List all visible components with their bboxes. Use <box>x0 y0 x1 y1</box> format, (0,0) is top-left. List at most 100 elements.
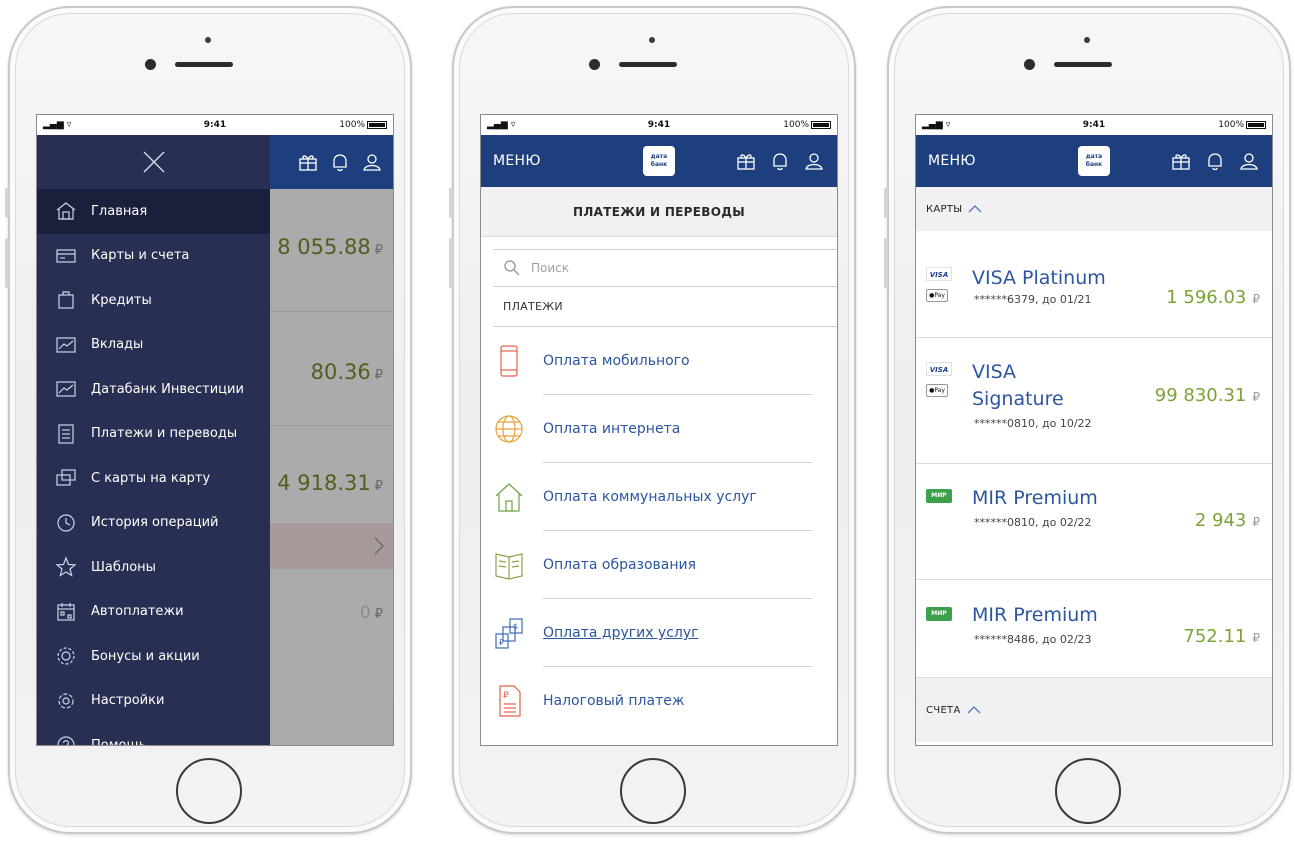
payment-item-utilities[interactable]: Оплата коммунальных услуг <box>493 463 837 531</box>
row-divider <box>270 311 393 312</box>
balance-value: 752.11 <box>1183 626 1247 647</box>
chevron-up-icon <box>968 205 982 213</box>
menu-button[interactable]: МЕНЮ <box>928 153 976 169</box>
menu-item-deposits[interactable]: Вклады <box>37 323 270 368</box>
card-row[interactable]: МИР MIR Premium ******8486, до 02/23 752… <box>916 580 1272 678</box>
card-balance: 1 596.03 ₽ <box>1166 287 1260 308</box>
menu-item-label: Шаблоны <box>91 559 156 575</box>
battery-percent: 100% <box>1218 120 1244 130</box>
card-row[interactable]: МИР MIR Premium ******0810, до 02/22 2 9… <box>916 464 1272 580</box>
side-menu: Главная Карты и счета Кредиты Вклады Дат… <box>37 135 270 745</box>
gift-icon[interactable] <box>297 151 319 173</box>
currency-sign: ₽ <box>1252 515 1260 529</box>
investment-chart-icon <box>56 381 76 397</box>
menu-item-label: С карты на карту <box>91 470 211 486</box>
payments-doc-icon <box>58 424 74 444</box>
row-divider <box>270 425 393 426</box>
earpiece-speaker <box>1054 62 1112 67</box>
battery-indicator: 100% <box>339 120 387 130</box>
card-row[interactable]: VISA ●Pay VISA Platinum ******6379, до 0… <box>916 231 1272 338</box>
currency-sign: ₽ <box>374 243 383 258</box>
menu-item-investments[interactable]: Датабанк Инвестиции <box>37 367 270 412</box>
user-icon[interactable] <box>803 150 825 172</box>
menu-item-templates[interactable]: Шаблоны <box>37 545 270 590</box>
balance-amount: 8 055.88 ₽ <box>277 235 383 259</box>
section-header-payments: ПЛАТЕЖИ <box>493 287 837 327</box>
cards-group-header[interactable]: КАРТЫ <box>916 187 1272 231</box>
accounts-group-header[interactable]: СЧЕТА <box>916 678 1272 742</box>
page-title: ПЛАТЕЖИ И ПЕРЕВОДЫ <box>481 187 837 237</box>
menu-item-credits[interactable]: Кредиты <box>37 278 270 323</box>
balance-amount: 80.36 ₽ <box>311 360 383 384</box>
front-camera <box>589 59 600 70</box>
payment-item-mobile[interactable]: Оплата мобильного <box>493 327 837 395</box>
card-name: Signature <box>972 388 1064 410</box>
svg-text:$: $ <box>513 622 518 631</box>
payment-item-education[interactable]: Оплата образования <box>493 531 837 599</box>
close-icon[interactable] <box>141 149 167 175</box>
amount-value: 80.36 <box>310 360 371 384</box>
bank-logo: дата банк <box>643 146 675 176</box>
gift-icon[interactable] <box>1170 150 1192 172</box>
bell-icon[interactable] <box>329 151 351 173</box>
menu-item-autopayments[interactable]: Автоплатежи <box>37 590 270 635</box>
amount-value: 4 918.31 <box>277 471 371 495</box>
card-number: ******8486, до 02/23 <box>974 633 1092 646</box>
svg-text:₽: ₽ <box>499 638 504 647</box>
home-button[interactable] <box>620 758 686 824</box>
phone-payments: ▂▄▆ ▿ 9:41 100% МЕНЮ дата банк ПЛАТЕЖИ И… <box>449 6 856 834</box>
logo-text-top: дата <box>650 153 668 160</box>
screen-payments: ▂▄▆ ▿ 9:41 100% МЕНЮ дата банк ПЛАТЕЖИ И… <box>480 114 838 746</box>
balance-amount: 4 918.31 ₽ <box>277 471 383 495</box>
cards-icon <box>56 249 76 263</box>
user-icon[interactable] <box>361 151 383 173</box>
logo-text-top: дата <box>1085 153 1103 160</box>
search-field[interactable]: Поиск <box>493 249 837 287</box>
battery-icon <box>367 121 387 129</box>
menu-item-home[interactable]: Главная <box>37 189 270 234</box>
menu-item-history[interactable]: История операций <box>37 501 270 546</box>
menu-item-card-to-card[interactable]: С карты на карту <box>37 456 270 501</box>
payment-item-label: Налоговый платеж <box>543 693 685 709</box>
payment-item-tax[interactable]: ₽ Налоговый платеж <box>493 667 837 735</box>
home-button[interactable] <box>176 758 242 824</box>
battery-indicator: 100% <box>1218 120 1266 130</box>
menu-item-help[interactable]: Помощь <box>37 723 270 745</box>
balance-amount: 0 ₽ <box>360 603 383 623</box>
balance-value: 1 596.03 <box>1166 287 1247 308</box>
menu-item-settings[interactable]: Настройки <box>37 679 270 724</box>
gift-icon[interactable] <box>735 150 757 172</box>
dimmed-header <box>270 135 393 189</box>
payment-item-other[interactable]: ₽ $ Оплата других услуг <box>493 599 837 667</box>
mir-logo: МИР <box>926 607 952 621</box>
chevron-right-icon <box>374 537 385 555</box>
card-row[interactable]: VISA ●Pay VISA Signature ******0810, до … <box>916 338 1272 464</box>
menu-item-cards[interactable]: Карты и счета <box>37 234 270 279</box>
menu-item-bonuses[interactable]: Бонусы и акции <box>37 634 270 679</box>
front-camera <box>1024 59 1035 70</box>
visa-logo: VISA <box>926 267 952 281</box>
menu-item-payments[interactable]: Платежи и переводы <box>37 412 270 457</box>
currency-sign: ₽ <box>374 368 383 383</box>
balance-value: 2 943 <box>1194 510 1247 531</box>
payment-item-label: Оплата других услуг <box>543 625 699 641</box>
card-name: VISA <box>972 361 1017 383</box>
payment-item-internet[interactable]: Оплата интернета <box>493 395 837 463</box>
header-actions <box>735 150 825 172</box>
volume-up-button <box>5 238 9 288</box>
mute-switch <box>5 188 9 218</box>
menu-item-label: Кредиты <box>91 292 152 308</box>
menu-button[interactable]: МЕНЮ <box>493 153 541 169</box>
card-number: ******6379, до 01/21 <box>974 293 1092 306</box>
home-button[interactable] <box>1055 758 1121 824</box>
bell-icon[interactable] <box>1204 150 1226 172</box>
card-name: MIR Premium <box>972 487 1098 509</box>
visa-logo: VISA <box>926 362 952 376</box>
bell-icon[interactable] <box>769 150 791 172</box>
tax-doc-icon: ₽ <box>499 685 521 717</box>
user-icon[interactable] <box>1238 150 1260 172</box>
apple-pay-badge: ●Pay <box>926 289 948 302</box>
dimmed-content[interactable]: 8 055.88 ₽ 80.36 ₽ 4 918.31 ₽ 0 ₽ <box>270 135 393 745</box>
signal-icon: ▂▄▆ ▿ <box>487 120 516 130</box>
volume-up-button <box>884 238 888 288</box>
